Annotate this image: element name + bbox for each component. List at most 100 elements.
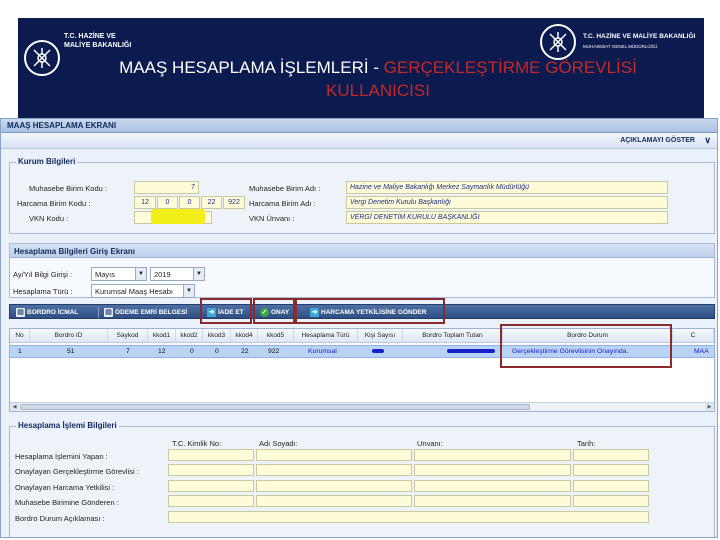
gonderen-tarih-field[interactable] <box>573 495 649 507</box>
chevron-down-icon[interactable]: ▼ <box>193 268 204 280</box>
tur-value: Kurumsal Maaş Hesabı <box>95 287 173 296</box>
grid-column-header[interactable]: Bordro Toplam Tutarı <box>403 329 503 343</box>
islem-yapan-ad-field[interactable] <box>256 449 412 461</box>
tarih-column-label: Tarih: <box>577 439 596 448</box>
tur-label: Hesaplama Türü : <box>13 287 73 296</box>
grid-cell-kkod3: 0 <box>215 348 219 355</box>
grid-column-header[interactable]: No <box>10 329 30 343</box>
highlight-harcama-gonder <box>295 298 445 324</box>
grid-column-header[interactable]: kkod3 <box>203 329 231 343</box>
gonderen-unvan-field[interactable] <box>414 495 571 507</box>
document-icon: ▤ <box>104 308 113 317</box>
title-highlight-line2: KULLANICISI <box>326 81 430 100</box>
islem-yapan-tarih-field[interactable] <box>573 449 649 461</box>
grid-cell-extra: MAA <box>694 348 709 355</box>
harcama-adi-label: Harcama Birim Adı : <box>249 199 316 208</box>
gorevli-tarih-field[interactable] <box>573 464 649 476</box>
redaction-mark <box>372 349 384 353</box>
yil-value: 2019 <box>154 270 171 279</box>
harcama-kodu-label: Harcama Birim Kodu : <box>17 199 91 208</box>
grid-cell-bordro-id: 51 <box>67 348 75 355</box>
unvan-column-label: Unvanı: <box>417 439 443 448</box>
scroll-right-icon[interactable]: ▶ <box>705 403 714 411</box>
scrollbar-thumb[interactable] <box>20 404 530 410</box>
vkn-unvan-label: VKN Ünvanı : <box>249 214 295 223</box>
gonderen-tc-field[interactable] <box>168 495 254 507</box>
presentation-slide: T.C. HAZİNE VE MALİYE BAKANLIĞI T.C. HAZ… <box>0 0 720 540</box>
title-prefix: MAAŞ HESAPLAMA İŞLEMLERİ - <box>119 58 384 77</box>
grid-cell-kkod2: 0 <box>190 348 194 355</box>
odeme-emri-button[interactable]: ▤ ÖDEME EMRİ BELGESİ <box>104 307 187 318</box>
document-icon: ▤ <box>16 308 25 317</box>
window-title: MAAŞ HESAPLAMA EKRANI <box>1 119 717 133</box>
harcama-kodu-part2[interactable]: 0 <box>157 196 178 209</box>
title-highlight-line1: GERÇEKLEŞTİRME GÖREVLİSİ <box>383 58 637 77</box>
highlight-iade-et <box>200 298 252 324</box>
info-toggle-label[interactable]: AÇIKLAMAYI GÖSTER <box>620 137 695 144</box>
grid-cell-saykod: 7 <box>126 348 130 355</box>
vkn-unvan-field[interactable]: VERGİ DENETİM KURULU BAŞKANLIĞI <box>346 211 668 224</box>
harcama-kodu-part4[interactable]: 22 <box>201 196 222 209</box>
grid-column-header[interactable]: kkod4 <box>231 329 258 343</box>
muhasebe-adi-field[interactable]: Hazine ve Maliye Bakanlığı Merkez Sayman… <box>346 181 668 194</box>
tur-select[interactable]: Kurumsal Maaş Hesabı ▼ <box>91 284 195 298</box>
grid-column-header[interactable]: Bordro ID <box>30 329 108 343</box>
chevron-down-icon[interactable]: ▼ <box>183 285 194 297</box>
gorevli-ad-field[interactable] <box>256 464 412 476</box>
ay-value: Mayıs <box>95 270 116 279</box>
ministry-emblem-icon <box>24 40 60 76</box>
redaction-mark <box>447 349 495 353</box>
muhasebe-kodu-label: Muhasebe Birim Kodu : <box>29 184 107 193</box>
muhasebe-adi-label: Muhasebe Birim Adı : <box>249 184 321 193</box>
horizontal-scrollbar[interactable]: ◀ ▶ <box>10 402 714 411</box>
muhasebe-gonderen-label: Muhasebe Birimine Gönderen : <box>15 498 119 507</box>
chevron-down-icon[interactable]: ▼ <box>135 268 146 280</box>
hesaplama-giris-title: Hesaplama Bilgileri Giriş Ekranı <box>10 244 714 258</box>
yil-select[interactable]: 2019 ▼ <box>150 267 205 281</box>
donem-label: Ay/Yıl Bilgi Girişi : <box>13 270 73 279</box>
muhasebe-kodu-field[interactable]: 7 <box>134 181 199 194</box>
bordro-icmal-button[interactable]: ▤ BORDRO İCMAL <box>16 307 78 318</box>
yetkili-tc-field[interactable] <box>168 480 254 492</box>
yetkili-unvan-field[interactable] <box>414 480 571 492</box>
vkn-label: VKN Kodu : <box>29 214 69 223</box>
right-logo-line2: MUHASEBAT GENEL MÜDÜRLÜĞÜ <box>583 44 658 49</box>
harcama-yetkilisi-label: Onaylayan Harcama Yetkilisi : <box>15 483 115 492</box>
chevron-double-down-icon[interactable]: ∨ <box>704 135 711 146</box>
yetkili-tarih-field[interactable] <box>573 480 649 492</box>
harcama-kodu-part1[interactable]: 12 <box>134 196 156 209</box>
tc-column-label: T.C. Kimlik No: <box>172 439 222 448</box>
scroll-left-icon[interactable]: ◀ <box>10 403 19 411</box>
gorevli-unvan-field[interactable] <box>414 464 571 476</box>
info-toggle-bar[interactable]: AÇIKLAMAYI GÖSTER ∨ <box>1 133 717 149</box>
islem-yapan-label: Hesaplama İşlemini Yapan : <box>15 452 108 461</box>
grid-cell-hesaplama-turu: Kurumsal <box>308 348 337 355</box>
bordro-durum-aciklama-field[interactable] <box>168 511 649 523</box>
grid-cell-kkod1: 12 <box>158 348 166 355</box>
grid-column-header[interactable]: Hesaplama Türü <box>294 329 358 343</box>
grid-cell-kkod5: 922 <box>268 348 280 355</box>
bordro-durum-aciklama-label: Bordro Durum Açıklaması : <box>15 514 105 523</box>
grid-column-header[interactable]: Kişi Sayısı <box>358 329 403 343</box>
grid-column-header[interactable]: C <box>673 329 714 343</box>
slide-title: MAAŞ HESAPLAMA İŞLEMLERİ - GERÇEKLEŞTİRM… <box>58 56 698 102</box>
yetkili-ad-field[interactable] <box>256 480 412 492</box>
grid-column-header[interactable]: kkod2 <box>176 329 203 343</box>
harcama-adi-field[interactable]: Vergi Denetim Kurulu Başkanlığı <box>346 196 668 209</box>
toolbar-divider <box>98 307 99 318</box>
harcama-kodu-part3[interactable]: 0 <box>179 196 200 209</box>
kurum-legend: Kurum Bilgileri <box>16 157 78 166</box>
grid-column-header[interactable]: kkod5 <box>258 329 294 343</box>
gonderen-ad-field[interactable] <box>256 495 412 507</box>
right-logo-line1: T.C. HAZİNE VE MALİYE BAKANLIĞI <box>583 33 696 40</box>
gorevli-tc-field[interactable] <box>168 464 254 476</box>
islem-yapan-unvan-field[interactable] <box>414 449 571 461</box>
grid-column-header[interactable]: kkod1 <box>148 329 176 343</box>
grid-column-header[interactable]: Saykod <box>108 329 148 343</box>
islem-yapan-tc-field[interactable] <box>168 449 254 461</box>
ay-select[interactable]: Mayıs ▼ <box>91 267 147 281</box>
grid-cell-no: 1 <box>18 348 22 355</box>
redaction-mark <box>151 209 205 224</box>
harcama-kodu-part5[interactable]: 922 <box>223 196 245 209</box>
highlight-bordro-durum <box>500 324 672 368</box>
